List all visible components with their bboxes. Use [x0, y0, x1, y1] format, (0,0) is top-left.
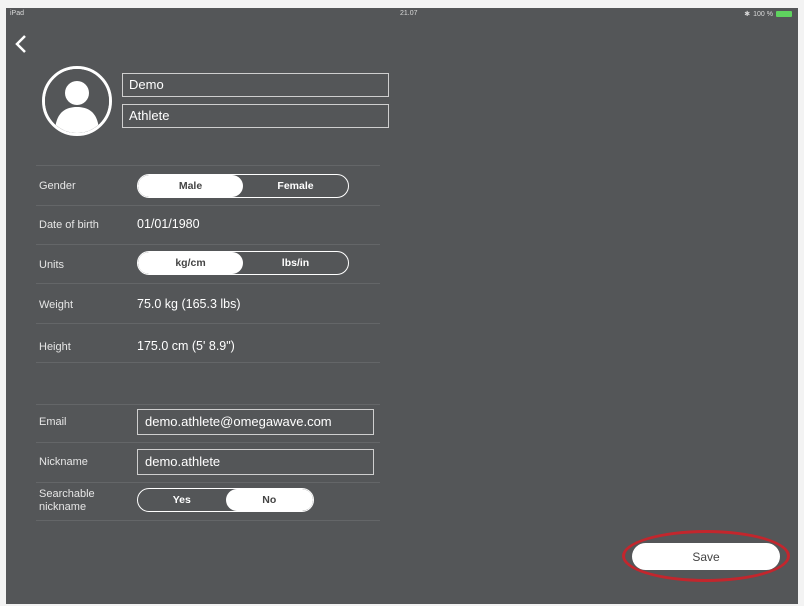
searchable-label-line1: Searchable	[39, 488, 95, 500]
units-option-imperial[interactable]: lbs/in	[243, 252, 348, 274]
save-button[interactable]: Save	[632, 543, 780, 570]
searchable-label-line2: nickname	[39, 501, 87, 513]
divider	[36, 283, 380, 284]
gender-toggle: Male Female	[137, 174, 349, 198]
user-silhouette-icon	[45, 69, 109, 133]
back-button[interactable]	[14, 34, 28, 54]
divider	[36, 205, 380, 206]
divider	[36, 244, 380, 245]
searchable-option-yes[interactable]: Yes	[138, 489, 226, 511]
units-option-metric[interactable]: kg/cm	[138, 252, 243, 274]
dob-value[interactable]: 01/01/1980	[137, 217, 200, 231]
searchable-label: Searchable nickname	[39, 488, 95, 514]
battery-percent: 100 %	[753, 10, 773, 18]
carrier-label: iPad	[10, 10, 25, 17]
weight-value[interactable]: 75.0 kg (165.3 lbs)	[137, 297, 241, 311]
weight-label: Weight	[39, 299, 74, 311]
email-field[interactable]: demo.athlete@omegawave.com	[137, 409, 374, 435]
units-toggle: kg/cm lbs/in	[137, 251, 349, 275]
divider	[36, 520, 380, 521]
divider	[36, 323, 380, 324]
chevron-left-icon	[15, 35, 26, 53]
nickname-label: Nickname	[39, 456, 88, 468]
divider	[36, 165, 380, 166]
height-value[interactable]: 175.0 cm (5' 8.9")	[137, 339, 235, 353]
searchable-option-no[interactable]: No	[225, 489, 313, 511]
gender-label: Gender	[39, 180, 76, 192]
divider	[36, 442, 380, 443]
dob-label: Date of birth	[39, 219, 99, 231]
height-label: Height	[39, 341, 71, 353]
divider	[36, 404, 380, 405]
battery-indicator: ✱ 100 %	[744, 10, 792, 18]
nickname-field[interactable]: demo.athlete	[137, 449, 374, 475]
divider	[36, 482, 380, 483]
bluetooth-icon: ✱	[744, 11, 751, 18]
gender-option-female[interactable]: Female	[243, 175, 348, 197]
battery-icon	[776, 11, 792, 17]
profile-screen: iPad 21.07 ✱ 100 % Demo Athlete Gender M…	[6, 8, 798, 604]
status-time: 21.07	[400, 10, 418, 17]
status-bar: iPad 21.07 ✱ 100 %	[6, 8, 798, 22]
gender-option-male[interactable]: Male	[138, 175, 243, 197]
units-label: Units	[39, 259, 65, 271]
email-label: Email	[39, 416, 67, 428]
first-name-field[interactable]: Demo	[122, 73, 389, 97]
divider	[36, 362, 380, 363]
last-name-field[interactable]: Athlete	[122, 104, 389, 128]
searchable-toggle: Yes No	[137, 488, 314, 512]
avatar[interactable]	[42, 66, 112, 136]
